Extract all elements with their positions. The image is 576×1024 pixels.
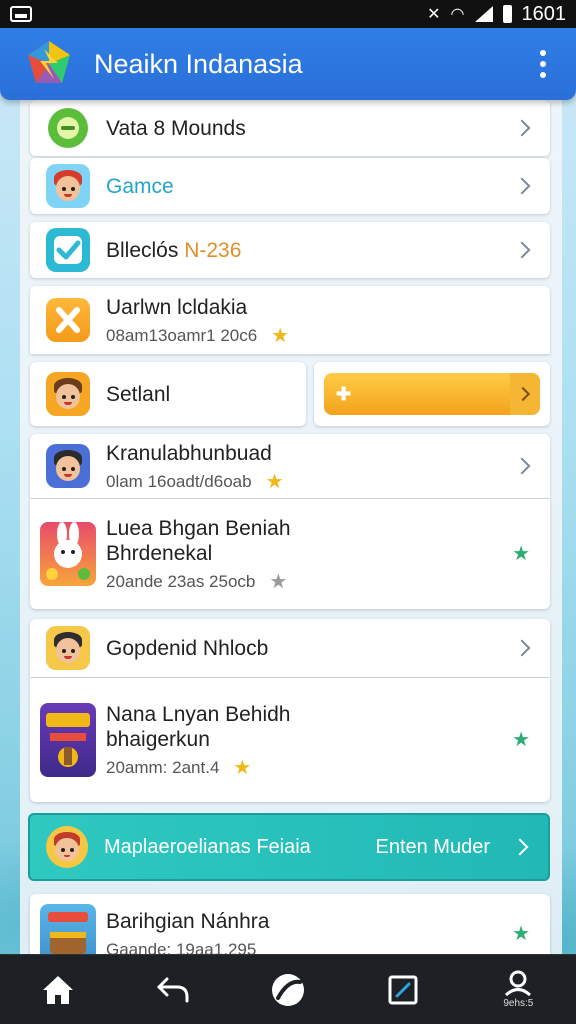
featured-banner[interactable]: Maplaeroelianas Feiaia Enten Muder [28,813,550,881]
list-item-gopdenid[interactable]: Gopdenid Nhlocb [30,619,550,677]
banner-action[interactable]: Enten Muder [375,836,490,859]
item-subtitle: 08am13oamr1 20c6 [106,325,258,345]
plus-icon: ✚ [336,383,352,404]
mute-icon: ✕ [427,6,441,23]
item-title: Gamce [106,174,174,198]
hero-app-icon [46,444,90,488]
chevron-right-icon [511,838,529,856]
item-list: Vata 8 Mounds Gamce Blleclós N-236 Uarlw… [20,100,562,956]
character-app-icon [46,626,90,670]
star-icon: ★ [233,757,252,779]
chevron-right-icon [510,373,540,415]
more-options-icon[interactable] [534,44,552,84]
edit-button[interactable] [373,960,433,1020]
adventure-game-icon [40,703,96,777]
favorite-star-icon[interactable]: ★ [512,544,530,564]
star-icon: ★ [269,571,288,593]
item-subtitle: 20ande 23as 25ocb [106,572,256,591]
item-title: Nana Lnyan Behidh [106,703,291,726]
app-title: Neaikn Indanasia [94,48,303,79]
signal-icon [474,6,493,22]
chevron-right-icon [513,457,531,475]
item-subtitle: 20amm: 2ant.4 [106,758,220,777]
item-title-line2: bhaigerkun [106,728,210,751]
notification-icon [10,6,32,22]
app-bar: Neaikn Indanasia [0,28,576,100]
list-item-vata[interactable]: Vata 8 Mounds [30,100,550,156]
back-icon [157,977,189,1002]
character-app-icon [46,826,88,868]
chevron-right-icon [513,177,531,195]
chevron-right-icon [513,241,531,259]
profile-label: 9ehs:5 [503,998,534,1009]
explore-button[interactable] [258,960,318,1020]
home-icon [42,975,73,1004]
status-bar: ✕ ◠ 1601 [0,0,576,28]
orange-action-button[interactable]: ✚ [324,373,540,415]
chevron-right-icon [513,119,531,137]
character-app-icon [46,164,90,208]
list-item-uarlwn[interactable]: Uarlwn lcldakia 08am13oamr1 20c6 ★ [30,286,550,354]
item-title: Luea Bhgan Beniah [106,517,291,540]
list-item-nana[interactable]: Nana Lnyan Behidh bhaigerkun 20amm: 2ant… [30,678,550,802]
favorite-star-icon[interactable]: ★ [512,730,530,750]
list-item-gamce[interactable]: Gamce [30,158,550,214]
item-title: Gopdenid Nhlocb [106,636,269,660]
list-item-kranulabhunbuad[interactable]: Kranulabhunbuad 0lam 16oadt/d6oab ★ [30,434,550,498]
compass-icon [271,973,304,1006]
chevron-right-icon [513,639,531,657]
app-logo-icon [24,39,74,89]
status-time: 1601 [521,2,567,25]
avatar-app-icon [46,372,90,416]
item-title: Barihgian Nánhra [106,909,270,933]
item-title: Blleclós [106,238,179,262]
back-button[interactable] [143,960,203,1020]
list-item-luea[interactable]: Luea Bhgan Beniah Bhrdenekal 20ande 23as… [30,499,550,609]
list-item-setlanl[interactable]: Setlanl [30,362,306,426]
profile-icon [505,970,532,996]
profile-button[interactable]: 9ehs:5 [488,960,548,1020]
item-title-line2: Bhrdenekal [106,542,213,565]
item-title: Kranulabhunbuad [106,441,272,465]
favorite-star-icon[interactable]: ★ [512,924,530,944]
action-panel: ✚ [314,362,550,426]
item-tag: N-236 [184,238,242,262]
treasure-game-icon [40,904,96,956]
item-title: Uarlwn lcldakia [106,295,248,319]
star-icon: ★ [265,470,284,493]
battery-icon [502,5,512,23]
green-circle-app-icon [46,106,90,150]
bottom-navigation: 9ehs:5 [0,954,576,1024]
checkmark-app-icon [46,228,90,272]
item-subtitle: 0lam 16oadt/d6oab [106,471,252,491]
item-title: Vata 8 Mounds [106,116,246,140]
wifi-icon: ◠ [450,6,465,23]
banner-label: Maplaeroelianas Feiaia [104,835,311,858]
list-item-barihgian[interactable]: Barihgian Nánhra Gaande: 19aa1.295 ★ [30,894,550,956]
list-item-blleclos[interactable]: Blleclós N-236 [30,222,550,278]
item-title: Setlanl [106,382,171,406]
home-button[interactable] [28,960,88,1020]
edit-icon [388,975,418,1004]
orange-x-app-icon [46,298,90,342]
rabbit-game-icon [40,522,96,586]
star-icon: ★ [271,324,290,347]
